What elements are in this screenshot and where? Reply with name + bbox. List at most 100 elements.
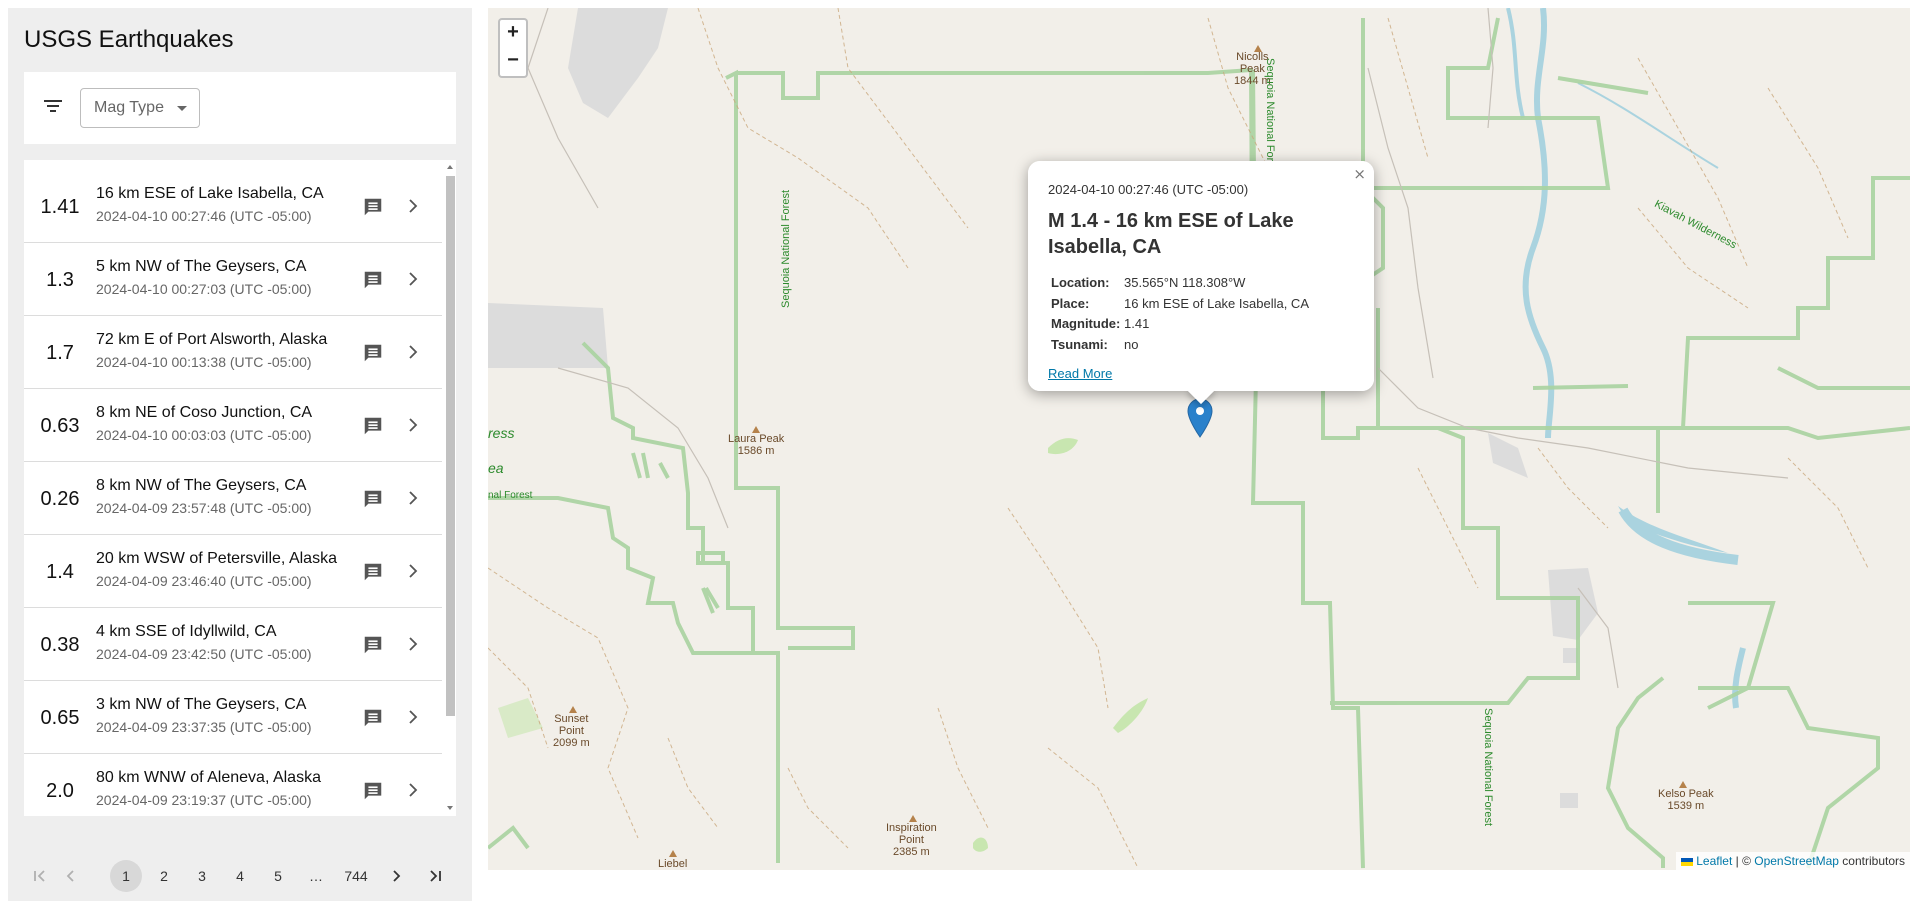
comment-icon[interactable] (362, 780, 384, 802)
filter-toolbar: Mag Type (24, 72, 456, 144)
chevron-right-icon[interactable] (406, 783, 420, 797)
map-tiles (488, 8, 1910, 869)
page-button-4[interactable]: 4 (224, 860, 256, 892)
peak-label-sunset-text: Sunset Point 2099 m (553, 713, 590, 749)
list-scrollbar[interactable] (444, 160, 456, 816)
map[interactable]: Nicolls Peak 1844 m Laura Peak 1586 m Su… (488, 8, 1910, 870)
next-page-icon (393, 870, 401, 882)
urban-area (568, 8, 668, 118)
earthquake-magnitude: 1.41 (40, 196, 80, 218)
scroll-up-arrow-icon[interactable] (447, 165, 453, 169)
popup-value: 16 km ESE of Lake Isabella, CA (1124, 295, 1309, 311)
page-button-5[interactable]: 5 (262, 860, 294, 892)
comment-icon[interactable] (362, 342, 384, 364)
read-more-link[interactable]: Read More (1048, 366, 1112, 381)
openstreetmap-link[interactable]: OpenStreetMap (1754, 854, 1839, 868)
earthquake-place: 8 km NE of Coso Junction, CA (96, 404, 313, 421)
earthquake-list-item[interactable]: 1.3 5 km NW of The Geysers, CA 2024-04-10 … (24, 243, 442, 316)
comment-icon[interactable] (362, 488, 384, 510)
chevron-right-icon[interactable] (406, 491, 420, 505)
comment-icon[interactable] (362, 561, 384, 583)
earthquake-list-item[interactable]: 0.38 4 km SSE of Idyllwild, CA 2024-04-09 … (24, 608, 442, 681)
vegetation (498, 698, 543, 738)
earthquake-time: 2024-04-09 23:19:37 (UTC -05:00) (96, 792, 312, 808)
popup-close-button[interactable]: × (1353, 165, 1366, 183)
page-button-3[interactable]: 3 (186, 860, 218, 892)
chevron-right-icon[interactable] (406, 199, 420, 213)
earthquake-place: 3 km NW of The Geysers, CA (96, 696, 307, 713)
comment-icon[interactable] (362, 707, 384, 729)
comment-icon[interactable] (362, 269, 384, 291)
zoom-out-button[interactable]: − (498, 48, 528, 78)
earthquake-time: 2024-04-09 23:42:50 (UTC -05:00) (96, 646, 312, 662)
earthquake-time: 2024-04-10 00:13:38 (UTC -05:00) (96, 354, 312, 370)
page-button-2[interactable]: 2 (148, 860, 180, 892)
leaflet-link[interactable]: Leaflet (1696, 854, 1732, 868)
earthquake-place: 4 km SSE of Idyllwild, CA (96, 623, 277, 640)
river (1506, 8, 1525, 119)
first-page-button[interactable] (24, 860, 56, 892)
river (1732, 647, 1746, 709)
first-page-icon (34, 870, 45, 882)
earthquake-time: 2024-04-10 00:03:03 (UTC -05:00) (96, 427, 312, 443)
urban-area (1563, 648, 1578, 663)
forest-label-fragment: nal Forest (488, 490, 533, 501)
forest-label-sequoia-2: Sequoia National Forest (1264, 58, 1276, 177)
earthquake-magnitude: 1.7 (46, 342, 74, 364)
earthquake-place: 80 km WNW of Aleneva, Alaska (96, 769, 321, 786)
earthquake-popup: × 2024-04-10 00:27:46 (UTC -05:00) M 1.4… (1028, 161, 1374, 405)
comment-icon[interactable] (362, 634, 384, 656)
mag-type-label: Mag Type (94, 99, 164, 116)
vegetation (1113, 698, 1148, 733)
wilderness-label-fragment-2: ea (488, 460, 504, 476)
scroll-down-arrow-icon[interactable] (447, 806, 453, 810)
earthquake-list-item[interactable]: 0.26 8 km NW of The Geysers, CA 2024-04-09… (24, 462, 442, 535)
urban-area (1560, 793, 1578, 808)
forest-label-sequoia-3: Sequoia National Forest (1482, 708, 1494, 827)
chevron-right-icon[interactable] (406, 418, 420, 432)
popup-value: 1.41 (1124, 316, 1150, 331)
next-page-button[interactable] (380, 860, 412, 892)
page-button-1[interactable]: 1 (110, 860, 142, 892)
chevron-right-icon[interactable] (406, 710, 420, 724)
previous-page-button[interactable] (55, 860, 87, 892)
chevron-right-icon[interactable] (406, 345, 420, 359)
last-page-icon (430, 870, 441, 882)
urban-area (1488, 433, 1528, 478)
place-label-liebel: Liebel (658, 858, 688, 870)
comment-icon[interactable] (362, 415, 384, 437)
earthquake-list-item[interactable]: 0.63 8 km NE of Coso Junction, CA 2024-04-… (24, 389, 442, 462)
mag-type-select[interactable]: Mag Type (80, 88, 200, 128)
earthquake-list-item[interactable]: 1.41 16 km ESE of Lake Isabella, CA 2024-0… (24, 170, 442, 243)
river (1522, 8, 1555, 439)
app-title: USGS Earthquakes (24, 26, 234, 53)
earthquake-magnitude: 0.63 (40, 415, 80, 437)
wilderness-label-fragment-1: ress (488, 425, 515, 441)
peak-label-kelso: Kelso Peak 1539 m (1658, 788, 1714, 812)
popup-key: Magnitude: (1051, 316, 1121, 331)
earthquake-place: 8 km NW of The Geysers, CA (96, 477, 307, 494)
map-attribution: Leaflet | © OpenStreetMap contributors (1676, 852, 1910, 870)
earthquake-list-item[interactable]: 1.4 20 km WSW of Petersville, Alaska 2024-… (24, 535, 442, 608)
popup-time: 2024-04-10 00:27:46 (UTC -05:00) (1048, 182, 1249, 197)
earthquake-list-item[interactable]: 0.65 3 km NW of The Geysers, CA 2024-04-09… (24, 681, 442, 754)
urban-area (488, 303, 608, 368)
earthquake-time: 2024-04-10 00:27:46 (UTC -05:00) (96, 208, 312, 224)
peak-label-inspiration: Inspiration Point 2385 m (886, 822, 937, 858)
comment-icon[interactable] (362, 196, 384, 218)
last-page-button[interactable] (419, 860, 451, 892)
earthquake-list-item[interactable]: 1.7 72 km E of Port Alsworth, Alaska 2024-… (24, 316, 442, 389)
page-button-last-number[interactable]: 744 (336, 860, 376, 892)
chevron-right-icon[interactable] (406, 637, 420, 651)
earthquake-list[interactable]: 1.41 16 km ESE of Lake Isabella, CA 2024-0… (24, 160, 456, 816)
chevron-right-icon[interactable] (406, 564, 420, 578)
zoom-in-button[interactable]: + (498, 18, 528, 49)
peak-label-laura: Laura Peak 1586 m (728, 433, 784, 457)
filter-list-icon[interactable] (44, 100, 62, 114)
attribution-suffix: contributors (1838, 854, 1905, 868)
earthquake-place: 16 km ESE of Lake Isabella, CA (96, 185, 324, 202)
scrollbar-thumb[interactable] (446, 176, 455, 716)
chevron-right-icon[interactable] (406, 272, 420, 286)
earthquake-list-item[interactable]: 2.0 80 km WNW of Aleneva, Alaska 2024-04-0… (24, 754, 442, 816)
earthquake-list-items: 1.41 16 km ESE of Lake Isabella, CA 2024-0… (24, 170, 442, 816)
